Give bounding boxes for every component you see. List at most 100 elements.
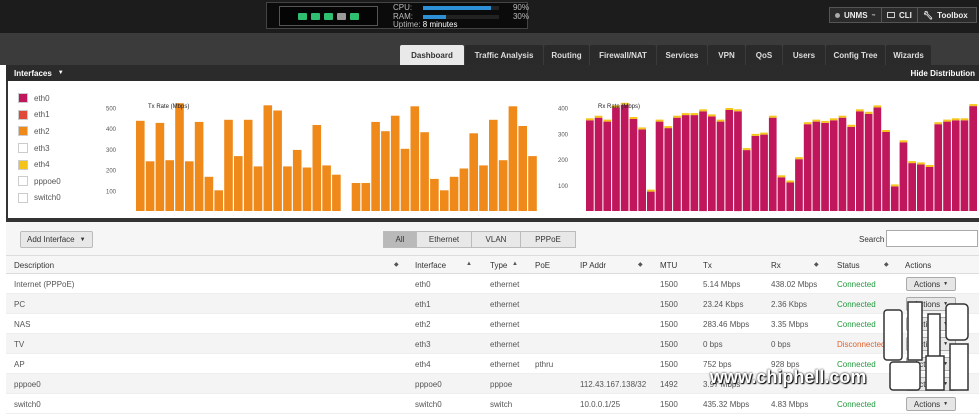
bar[interactable] bbox=[165, 160, 174, 211]
bar[interactable] bbox=[795, 159, 803, 211]
bar[interactable] bbox=[829, 120, 838, 211]
sort-icon[interactable]: ▲ bbox=[466, 261, 472, 267]
column-header-ip-addr[interactable]: IP Addr bbox=[580, 261, 606, 270]
bar[interactable] bbox=[175, 103, 184, 211]
bar[interactable] bbox=[751, 135, 760, 211]
column-header-tx[interactable]: Tx bbox=[703, 261, 712, 270]
bar[interactable] bbox=[699, 111, 707, 212]
bar[interactable] bbox=[371, 121, 380, 211]
bar[interactable] bbox=[673, 117, 681, 211]
bar[interactable] bbox=[410, 106, 420, 211]
table-row[interactable]: switch0 switch0 switch 10.0.0.1/25 1500 435.3… bbox=[6, 394, 979, 414]
bar[interactable] bbox=[489, 119, 498, 211]
column-header-description[interactable]: Description bbox=[14, 261, 54, 270]
column-header-interface[interactable]: Interface bbox=[415, 261, 446, 270]
tab-config-tree[interactable]: Config Tree bbox=[826, 45, 885, 65]
bar[interactable] bbox=[420, 132, 429, 211]
bar[interactable] bbox=[620, 104, 629, 211]
bar[interactable] bbox=[273, 110, 282, 212]
bar[interactable] bbox=[194, 121, 204, 211]
row-actions-button[interactable]: Actions▼ bbox=[906, 397, 956, 411]
tab-dashboard[interactable]: Dashboard bbox=[400, 45, 464, 65]
bar[interactable] bbox=[234, 156, 243, 211]
tab-users[interactable]: Users bbox=[783, 45, 825, 65]
sort-icon[interactable]: ◆ bbox=[884, 261, 889, 268]
bar[interactable] bbox=[890, 186, 899, 211]
row-actions-button[interactable]: Actions▼ bbox=[906, 277, 956, 291]
tab-vpn[interactable]: VPN bbox=[708, 45, 745, 65]
bar[interactable] bbox=[390, 115, 400, 211]
cli-button[interactable]: CLI bbox=[881, 7, 918, 23]
column-header-status[interactable]: Status bbox=[837, 261, 860, 270]
search-input[interactable] bbox=[886, 230, 978, 247]
bar[interactable] bbox=[882, 132, 890, 211]
bar[interactable] bbox=[214, 190, 223, 211]
bar[interactable] bbox=[508, 106, 518, 211]
bar[interactable] bbox=[856, 111, 864, 212]
tab-routing[interactable]: Routing bbox=[544, 45, 589, 65]
bar[interactable] bbox=[449, 176, 459, 211]
bar[interactable] bbox=[243, 119, 253, 211]
tab-firewall-nat[interactable]: Firewall/NAT bbox=[590, 45, 656, 65]
column-header-type[interactable]: Type bbox=[490, 261, 507, 270]
column-header-mtu[interactable]: MTU bbox=[660, 261, 677, 270]
bar[interactable] bbox=[430, 178, 439, 211]
tab-services[interactable]: Services bbox=[657, 45, 707, 65]
bar[interactable] bbox=[647, 191, 655, 211]
bar[interactable] bbox=[847, 126, 855, 211]
sort-icon[interactable]: ◆ bbox=[394, 261, 399, 268]
bar[interactable] bbox=[917, 164, 925, 211]
bar[interactable] bbox=[136, 120, 145, 211]
bar[interactable] bbox=[951, 120, 960, 211]
column-header-rx[interactable]: Rx bbox=[771, 261, 781, 270]
legend-item-switch0[interactable]: switch0 bbox=[18, 190, 61, 207]
bar[interactable] bbox=[742, 150, 751, 211]
bar[interactable] bbox=[185, 161, 194, 211]
filter-ethernet[interactable]: Ethernet bbox=[416, 231, 472, 248]
toolbox-button[interactable]: 🔧︎ Toolbox bbox=[917, 7, 977, 23]
legend-item-eth3[interactable]: eth3 bbox=[18, 140, 61, 157]
unms-button[interactable]: UNMS ™ bbox=[829, 7, 882, 23]
bar[interactable] bbox=[312, 125, 322, 211]
bar[interactable] bbox=[734, 111, 742, 212]
bar[interactable] bbox=[960, 120, 969, 211]
bar[interactable] bbox=[934, 124, 943, 211]
bar[interactable] bbox=[838, 117, 847, 211]
legend-item-eth2[interactable]: eth2 bbox=[18, 123, 61, 140]
bar[interactable] bbox=[725, 110, 734, 211]
bar[interactable] bbox=[594, 117, 603, 211]
bar[interactable] bbox=[459, 168, 469, 212]
column-header-actions[interactable]: Actions bbox=[905, 261, 931, 270]
bar[interactable] bbox=[760, 134, 768, 211]
bar[interactable] bbox=[479, 165, 488, 211]
bar[interactable] bbox=[690, 115, 699, 211]
table-row[interactable]: NAS eth2 ethernet 1500 283.46 Mbps 3.35 Mbps C… bbox=[6, 314, 979, 334]
bar[interactable] bbox=[440, 190, 449, 211]
sort-icon[interactable]: ◆ bbox=[638, 261, 643, 268]
bar[interactable] bbox=[908, 163, 916, 211]
bar[interactable] bbox=[925, 167, 934, 211]
caret-down-icon[interactable]: ▼ bbox=[58, 70, 64, 76]
legend-item-pppoe0[interactable]: pppoe0 bbox=[18, 173, 61, 190]
bar[interactable] bbox=[155, 122, 165, 211]
bar[interactable] bbox=[603, 121, 612, 211]
bar[interactable] bbox=[361, 183, 371, 211]
bar[interactable] bbox=[812, 121, 821, 211]
bar[interactable] bbox=[351, 183, 361, 211]
legend-item-eth0[interactable]: eth0 bbox=[18, 90, 61, 107]
bar[interactable] bbox=[332, 174, 341, 211]
bar[interactable] bbox=[664, 128, 673, 211]
bar[interactable] bbox=[864, 113, 873, 211]
legend-item-eth1[interactable]: eth1 bbox=[18, 107, 61, 124]
hide-distribution-link[interactable]: Hide Distribution bbox=[911, 69, 975, 78]
tab-qos[interactable]: QoS bbox=[746, 45, 782, 65]
bar[interactable] bbox=[969, 106, 977, 211]
bar[interactable] bbox=[528, 156, 537, 211]
bar[interactable] bbox=[263, 105, 273, 211]
bar[interactable] bbox=[381, 131, 390, 211]
bar[interactable] bbox=[292, 149, 302, 211]
add-interface-button[interactable]: Add Interface ▼ bbox=[20, 231, 93, 248]
filter-pppoe[interactable]: PPPoE bbox=[520, 231, 576, 248]
bar[interactable] bbox=[681, 115, 690, 211]
interfaces-title[interactable]: Interfaces bbox=[14, 69, 52, 78]
